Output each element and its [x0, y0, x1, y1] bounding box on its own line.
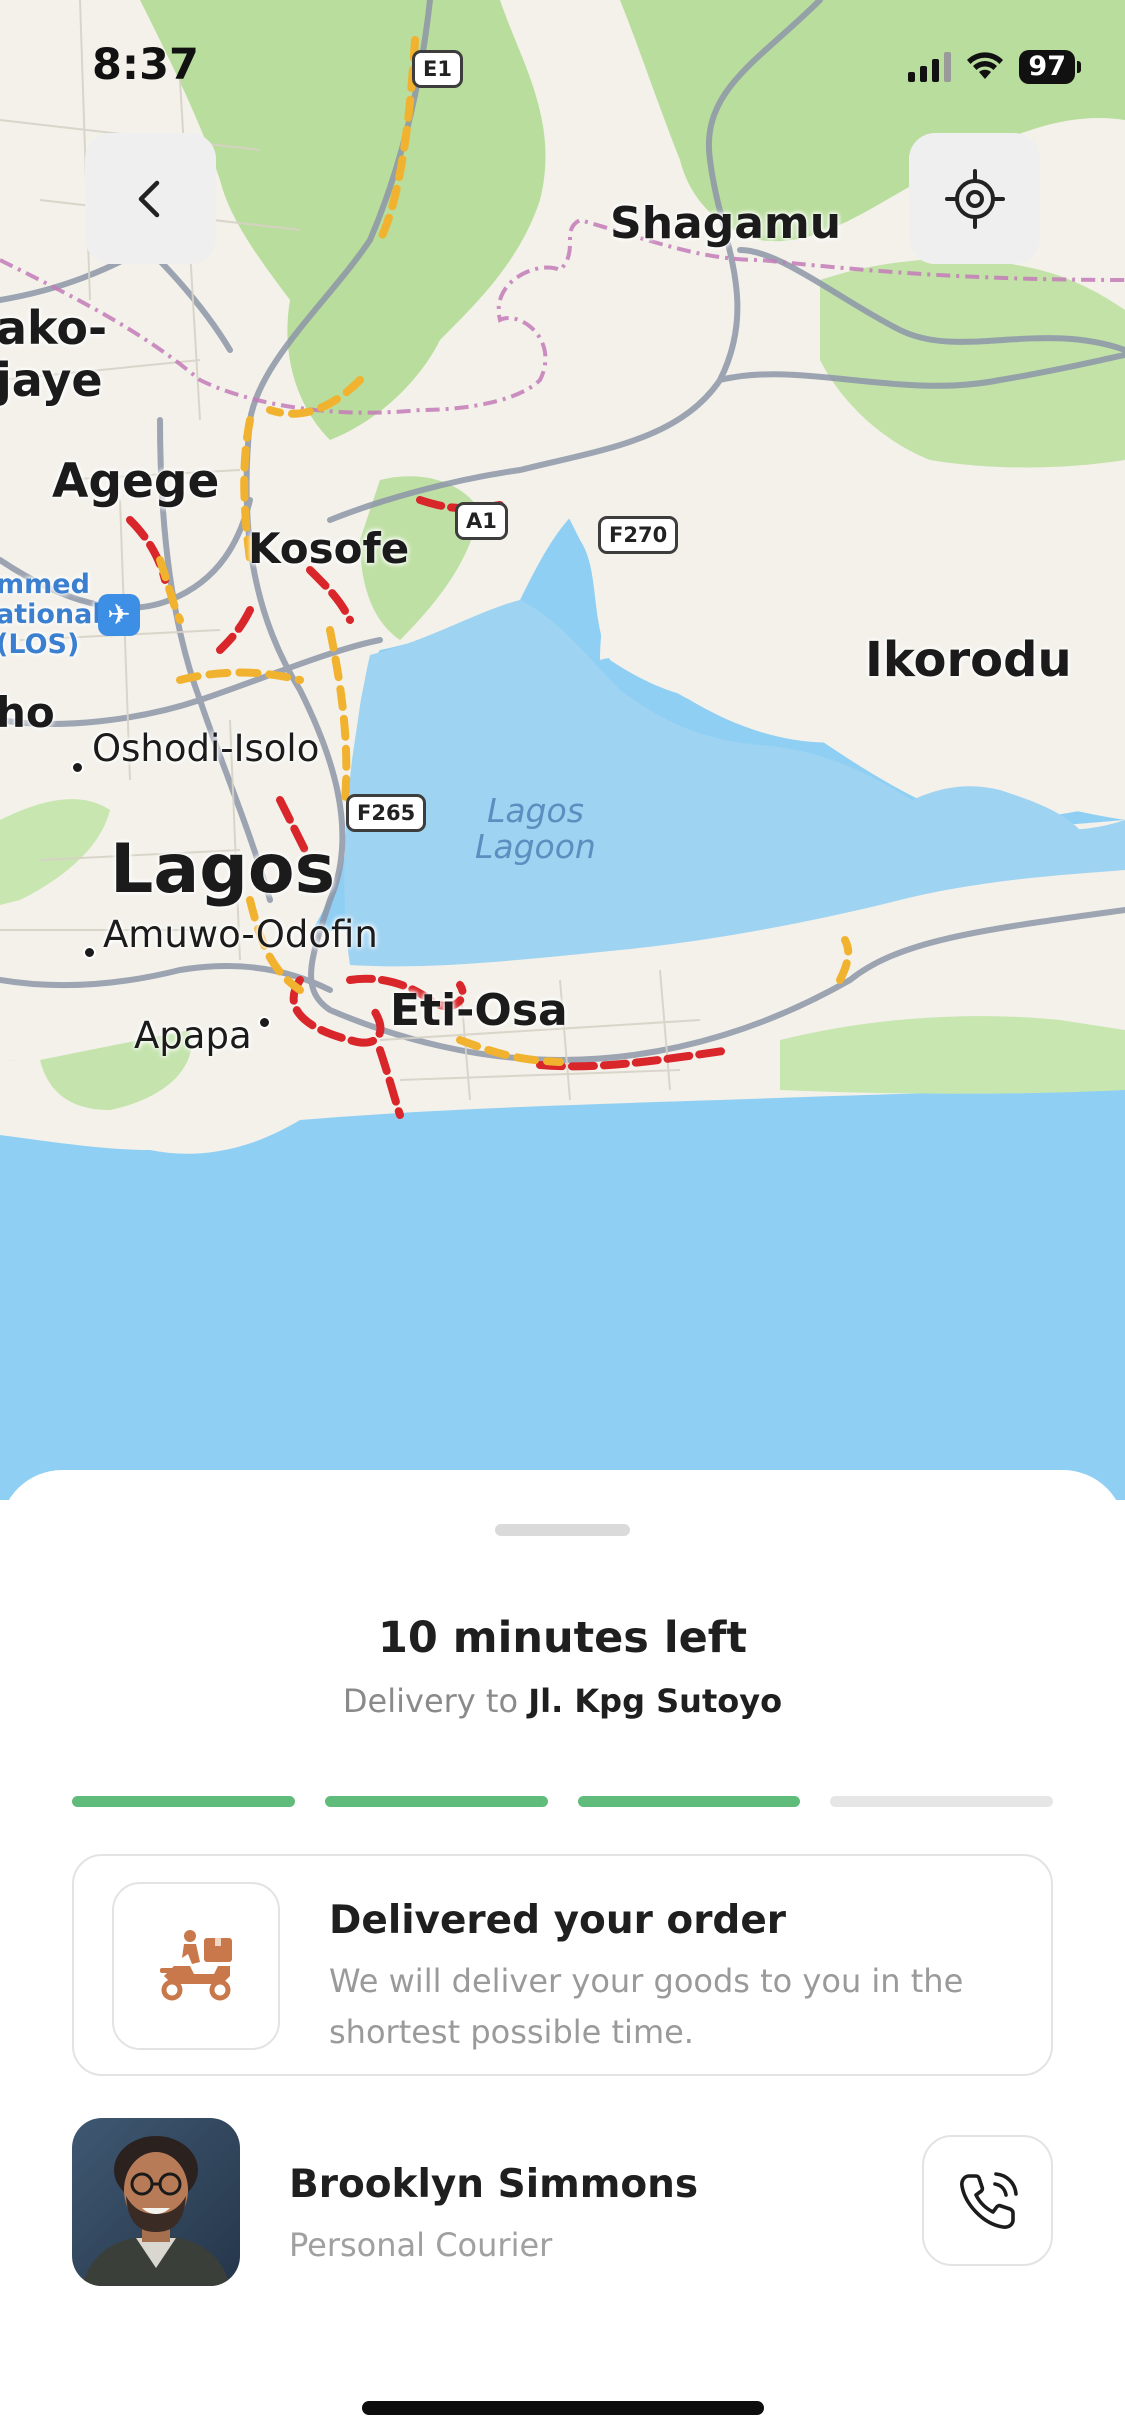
- delivery-address-prefix: Delivery to: [342, 1682, 519, 1720]
- status-icon-box: [112, 1882, 280, 2050]
- cellular-signal-icon: [908, 52, 952, 82]
- map-label-oshodi-isolo: Oshodi-Isolo: [92, 727, 320, 770]
- map-label-shagamu: Shagamu: [610, 198, 842, 249]
- status-time: 8:37: [92, 40, 199, 90]
- phone-call-icon: [959, 2171, 1018, 2229]
- delivery-progress-bar: [72, 1796, 1053, 1807]
- battery-icon: 97: [1019, 50, 1081, 84]
- status-card-description: We will deliver your goods to you in the…: [329, 1962, 964, 2051]
- home-indicator[interactable]: [362, 2401, 764, 2415]
- airplane-icon: ✈: [98, 594, 140, 636]
- courier-avatar: [72, 2118, 240, 2286]
- crosshair-location-icon: [944, 168, 1005, 229]
- map-label-lagos-lagoon: Lagos Lagoon: [475, 791, 596, 866]
- delivery-status-card: Delivered your order We will deliver you…: [72, 1854, 1053, 2076]
- road-shield-e1: E1: [412, 50, 463, 88]
- map-label-apapa: Apapa: [134, 1014, 252, 1057]
- status-indicators: 97: [908, 50, 1081, 84]
- locate-me-button[interactable]: [909, 133, 1040, 264]
- map-label-ho: ho: [0, 688, 55, 737]
- road-shield-f270: F270: [598, 516, 679, 554]
- map-point-apapa: [258, 1016, 271, 1029]
- map-point-oshodi: [71, 761, 84, 774]
- progress-segment: [577, 1796, 801, 1807]
- progress-segment: [830, 1796, 1053, 1807]
- map-label-airport: mmed ational (LOS): [0, 569, 102, 660]
- back-button[interactable]: [85, 133, 216, 264]
- road-shield-f265: F265: [346, 794, 427, 832]
- delivery-scooter-icon: [160, 1930, 232, 2001]
- status-card-title: Delivered your order: [329, 1898, 787, 1943]
- map-label-eti-osa: Eti-Osa: [390, 985, 568, 1036]
- eta-title: 10 minutes left: [377, 1613, 748, 1663]
- call-courier-button[interactable]: [922, 2135, 1053, 2266]
- road-shield-a1: A1: [455, 502, 508, 540]
- progress-segment: [324, 1796, 548, 1807]
- courier-name: Brooklyn Simmons: [289, 2162, 699, 2207]
- map-label-ako-jaye: ako- jaye: [0, 301, 108, 407]
- map-point-amuwo: [83, 946, 96, 959]
- courier-row: Brooklyn Simmons Personal Courier: [72, 2118, 1053, 2288]
- chevron-left-icon: [138, 180, 159, 217]
- sheet-grabber[interactable]: [495, 1524, 630, 1536]
- map-label-ikorodu: Ikorodu: [865, 632, 1072, 688]
- wifi-icon: [967, 52, 1004, 79]
- courier-photo: [72, 2118, 240, 2286]
- map-label-agege: Agege: [52, 454, 220, 509]
- map-label-kosofe: Kosofe: [248, 524, 410, 573]
- delivery-bottom-sheet[interactable]: 10 minutes left Delivery to Jl. Kpg Suto…: [0, 1470, 1125, 2436]
- map-label-lagos: Lagos: [110, 830, 336, 909]
- courier-role: Personal Courier: [289, 2226, 553, 2264]
- map-label-amuwo-odofin: Amuwo-Odofin: [103, 913, 378, 956]
- delivery-address: Delivery to Jl. Kpg Sutoyo: [0, 1682, 1125, 1720]
- delivery-address-value: Jl. Kpg Sutoyo: [528, 1682, 783, 1720]
- progress-segment: [72, 1796, 295, 1807]
